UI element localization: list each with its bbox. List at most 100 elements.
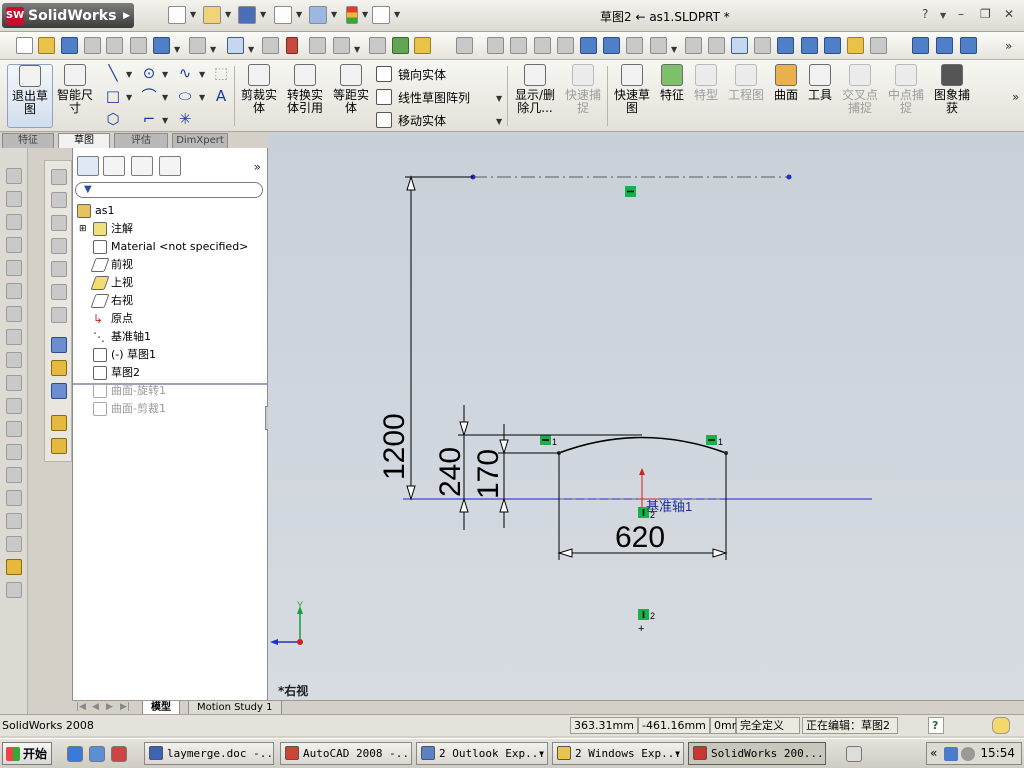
- zoom-to-area-icon[interactable]: [510, 37, 527, 54]
- rotate-view-icon[interactable]: [580, 37, 597, 54]
- close-button[interactable]: ✕: [1004, 7, 1014, 21]
- ellipse-tool-icon[interactable]: ⬭: [176, 87, 194, 105]
- feature-tree-tab-icon[interactable]: [77, 156, 99, 176]
- fillet-dropdown-icon[interactable]: ▼: [162, 116, 168, 125]
- dimension-620[interactable]: 620: [615, 521, 665, 554]
- open-folder-icon[interactable]: [203, 6, 221, 24]
- point-tool-icon[interactable]: ✳: [176, 110, 194, 128]
- special-features-button[interactable]: 特型: [690, 64, 722, 128]
- extruded-boss-icon[interactable]: [6, 168, 22, 184]
- rib-icon[interactable]: [6, 398, 22, 414]
- linear-pattern-button[interactable]: 线性草图阵列: [376, 88, 470, 106]
- mirror-entities-button[interactable]: 镜向实体: [376, 65, 446, 83]
- redo-icon[interactable]: [189, 37, 206, 54]
- options-icon[interactable]: [372, 6, 390, 24]
- convert-entities-button[interactable]: 转换实体引用: [283, 64, 327, 128]
- intersection-snap-button[interactable]: 交叉点捕捉: [838, 64, 882, 128]
- wireframe-icon[interactable]: [685, 37, 702, 54]
- new-document-icon[interactable]: [168, 6, 186, 24]
- tree-item-top-plane[interactable]: 上视: [90, 274, 133, 292]
- layer-icon[interactable]: [51, 415, 67, 431]
- reference-geometry-color-icon[interactable]: [6, 559, 22, 575]
- revolved-cut-icon[interactable]: [6, 283, 22, 299]
- dimxpert-manager-tab-icon[interactable]: [159, 156, 181, 176]
- file-properties-icon[interactable]: [309, 37, 326, 54]
- dome-icon[interactable]: [6, 536, 22, 552]
- linear-pattern-dropdown-icon[interactable]: ▼: [496, 94, 502, 103]
- chamfer-icon[interactable]: [6, 375, 22, 391]
- tree-item-surface-revolve[interactable]: 曲面-旋转1: [93, 382, 166, 400]
- line-tool-icon[interactable]: ╲: [104, 64, 122, 82]
- tree-item-sketch1[interactable]: (-) 草图1: [93, 346, 156, 364]
- feature-tree-filter[interactable]: ▼: [75, 182, 263, 198]
- axis-label[interactable]: 基准轴1: [646, 499, 692, 514]
- pan-icon[interactable]: [603, 37, 620, 54]
- save-icon[interactable]: [238, 6, 256, 24]
- sketch-point[interactable]: [786, 174, 792, 180]
- shadows-icon[interactable]: [801, 37, 818, 54]
- add-relation-icon[interactable]: [51, 360, 67, 376]
- taskbar-item-outlook[interactable]: 2 Outlook Exp... ▼: [416, 742, 548, 765]
- tree-item-axis[interactable]: ⋱ 基准轴1: [93, 328, 151, 346]
- view-orientation-dropdown-icon[interactable]: ▼: [671, 45, 677, 54]
- undo-icon[interactable]: [153, 37, 170, 54]
- taskbar-item-explorer[interactable]: 2 Windows Exp... ▼: [552, 742, 684, 765]
- print-dropdown-icon[interactable]: ▼: [296, 10, 302, 19]
- taskbar-item-autocad[interactable]: AutoCAD 2008 -...: [280, 742, 412, 765]
- new-icon[interactable]: [16, 37, 33, 54]
- last-tab-arrow-icon[interactable]: ▶|: [120, 702, 130, 712]
- shaded-edges-icon[interactable]: [754, 37, 771, 54]
- hole-wizard-icon[interactable]: [6, 467, 22, 483]
- tab-dimxpert[interactable]: DimXpert: [172, 133, 228, 148]
- quick-tips-icon[interactable]: ?: [928, 717, 944, 734]
- prev-tab-arrow-icon[interactable]: ◀: [92, 702, 99, 712]
- tree-item-surface-trim[interactable]: 曲面-剪裁1: [93, 400, 166, 418]
- smart-dimension-button[interactable]: 智能尺寸: [55, 64, 95, 128]
- move-dropdown-icon[interactable]: ▼: [496, 117, 502, 126]
- trimetric-icon[interactable]: [960, 37, 977, 54]
- help-dropdown-icon[interactable]: ▼: [940, 11, 946, 20]
- mirror-feature-icon[interactable]: [6, 513, 22, 529]
- rectangle-dropdown-icon[interactable]: ▼: [126, 93, 132, 102]
- spline-dropdown-icon[interactable]: ▼: [199, 70, 205, 79]
- fillet-tool-icon[interactable]: ⌐: [140, 110, 158, 128]
- dimension-170[interactable]: 170: [472, 449, 505, 499]
- revolved-boss-icon[interactable]: [6, 191, 22, 207]
- volume-tray-icon[interactable]: [961, 747, 975, 761]
- ellipse-dropdown-icon[interactable]: ▼: [199, 93, 205, 102]
- view-box-2-icon[interactable]: [51, 261, 67, 277]
- save-icon[interactable]: [61, 37, 78, 54]
- make-drawing-icon[interactable]: [84, 37, 101, 54]
- hidden-lines-removed-icon[interactable]: [731, 37, 748, 54]
- zoom-to-selection-icon[interactable]: [557, 37, 574, 54]
- outlook-quicklaunch-icon[interactable]: [89, 746, 105, 762]
- configurations-icon[interactable]: [369, 37, 386, 54]
- tree-item-origin[interactable]: ↳ 原点: [93, 310, 133, 328]
- first-tab-arrow-icon[interactable]: |◀: [76, 702, 86, 712]
- tab-motion-study[interactable]: Motion Study 1: [188, 701, 282, 715]
- roll-view-icon[interactable]: [626, 37, 643, 54]
- sketch-relations-icon[interactable]: [456, 37, 473, 54]
- sketch-arc[interactable]: [558, 436, 727, 454]
- undo-dropdown-icon[interactable]: ▼: [174, 45, 180, 54]
- zoom-in-out-icon[interactable]: [534, 37, 551, 54]
- tab-evaluate[interactable]: 评估: [114, 133, 168, 148]
- view-box-3-icon[interactable]: [51, 284, 67, 300]
- features-button[interactable]: 特征: [656, 64, 688, 128]
- offset-entities-button[interactable]: 等距实体: [330, 64, 372, 128]
- open-dropdown-icon[interactable]: ▼: [225, 10, 231, 19]
- exit-sketch-button[interactable]: 退出草图: [7, 64, 53, 128]
- perspective-icon[interactable]: [870, 37, 887, 54]
- spline-tool-icon[interactable]: ∿: [176, 64, 194, 82]
- hidden-lines-visible-icon[interactable]: [708, 37, 725, 54]
- tree-item-front-plane[interactable]: 前视: [90, 256, 133, 274]
- circle-dropdown-icon[interactable]: ▼: [162, 70, 168, 79]
- move-entities-button[interactable]: 移动实体: [376, 111, 446, 129]
- drawings-button[interactable]: 工程图: [725, 64, 767, 128]
- tree-item-material[interactable]: Material <not specified>: [93, 238, 248, 256]
- tree-item-part[interactable]: as1: [77, 202, 114, 220]
- trim-entities-button[interactable]: 剪裁实体: [238, 64, 280, 128]
- next-tab-arrow-icon[interactable]: ▶: [106, 702, 113, 712]
- options-icon[interactable]: [333, 37, 350, 54]
- select-dropdown-icon[interactable]: ▼: [248, 45, 254, 54]
